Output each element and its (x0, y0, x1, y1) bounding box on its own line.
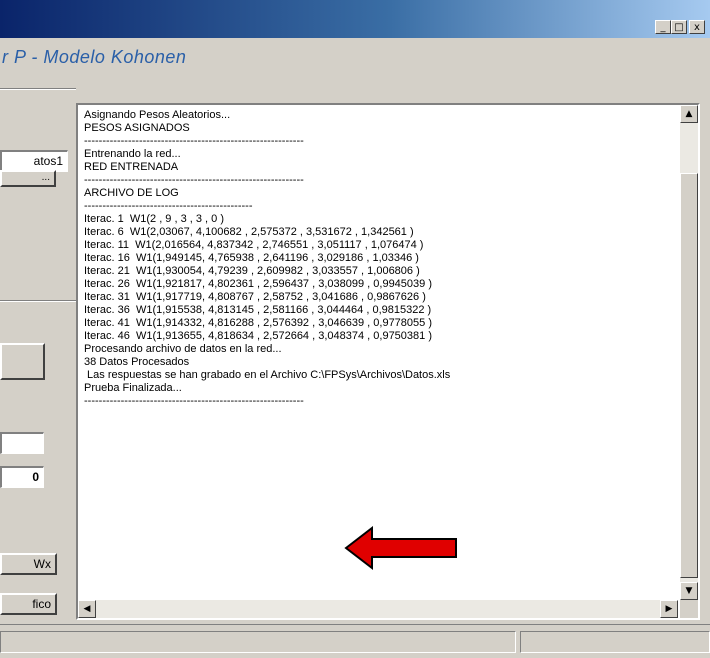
log-line: Iterac. 46 W1(1,913655, 4,818634 , 2,572… (84, 330, 432, 342)
log-line: Prueba Finalizada... (84, 382, 182, 394)
browse-button[interactable]: ... (0, 170, 56, 187)
scroll-right-icon[interactable]: ▶ (660, 600, 678, 618)
scroll-up-icon[interactable]: ▲ (680, 105, 698, 123)
vertical-scrollbar[interactable]: ▲ ▼ (680, 105, 698, 600)
log-line: ----------------------------------------… (84, 200, 253, 212)
data-file-field[interactable]: atos1 (0, 150, 68, 172)
log-line: Iterac. 21 W1(1,930054, 4,79239 , 2,6099… (84, 265, 420, 277)
log-line: Iterac. 16 W1(1,949145, 4,765938 , 2,641… (84, 252, 419, 264)
scroll-left-icon[interactable]: ◀ (78, 600, 96, 618)
action-button[interactable] (0, 343, 45, 380)
parameter-field[interactable] (0, 432, 44, 454)
count-field[interactable]: 0 (0, 466, 44, 488)
log-line: Iterac. 31 W1(1,917719, 4,808767 , 2,587… (84, 291, 426, 303)
grafico-button[interactable]: fico (0, 593, 57, 615)
horizontal-scrollbar[interactable]: ◀ ▶ (78, 600, 678, 618)
log-content: Asignando Pesos Aleatorios... PESOS ASIGN… (84, 109, 669, 594)
status-panel-main (0, 631, 516, 653)
separator-top (0, 88, 76, 90)
window-subtitle: r P - Modelo Kohonen (2, 47, 187, 67)
log-line: ----------------------------------------… (84, 135, 304, 147)
log-line: Iterac. 6 W1(2,03067, 4,100682 , 2,57537… (84, 226, 414, 238)
status-bar (0, 624, 710, 658)
log-line: 38 Datos Procesados (84, 356, 190, 368)
log-line: Iterac. 11 W1(2,016564, 4,837342 , 2,746… (84, 239, 424, 251)
log-line: ----------------------------------------… (84, 395, 304, 407)
log-line: Asignando Pesos Aleatorios... (84, 109, 231, 121)
log-line: Procesando archivo de datos en la red... (84, 343, 282, 355)
log-line: Entrenando la red... (84, 148, 181, 160)
status-panel-secondary (520, 631, 710, 653)
log-line: RED ENTRENADA (84, 161, 179, 173)
close-button[interactable]: x (689, 20, 705, 34)
maximize-button[interactable]: □ (671, 20, 687, 34)
scrollbar-corner (680, 600, 698, 618)
log-line: Las respuestas se han grabado en el Arch… (84, 369, 451, 381)
log-line: Iterac. 26 W1(1,921817, 4,802361 , 2,596… (84, 278, 432, 290)
log-line: ----------------------------------------… (84, 174, 304, 186)
minimize-button[interactable]: _ (655, 20, 671, 34)
log-line: Iterac. 1 W1(2 , 9 , 3 , 3 , 0 ) (84, 213, 224, 225)
wx-button[interactable]: Wx (0, 553, 57, 575)
log-line: Iterac. 41 W1(1,914332, 4,816288 , 2,576… (84, 317, 432, 329)
log-line: Iterac. 36 W1(1,915538, 4,813145 , 2,581… (84, 304, 432, 316)
log-line: PESOS ASIGNADOS (84, 122, 190, 134)
red-arrow-icon (344, 526, 457, 571)
scroll-down-icon[interactable]: ▼ (680, 582, 698, 600)
scroll-thumb[interactable] (680, 173, 698, 578)
log-line: ARCHIVO DE LOG (84, 187, 179, 199)
title-bar[interactable]: _ □ x (0, 0, 710, 38)
separator-middle (0, 300, 76, 302)
